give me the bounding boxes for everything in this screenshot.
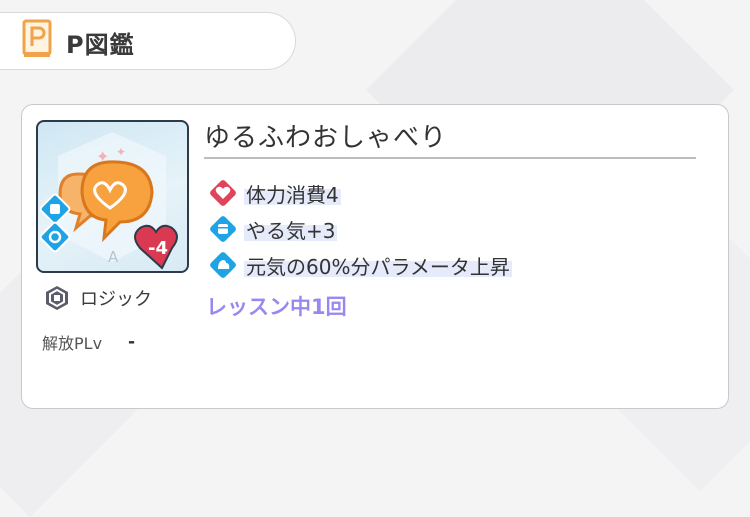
plan-type-label: ロジック	[80, 289, 152, 310]
unlock-level-value: -	[128, 332, 136, 352]
fist-diamond-icon	[210, 216, 236, 242]
unlock-level: 解放PLv -	[42, 330, 135, 354]
stamina-cost-badge: -4	[134, 224, 178, 270]
effect-text: 体力消費4	[244, 178, 341, 208]
header-bar: P図鑑	[0, 12, 296, 70]
effect-row: 体力消費4	[208, 175, 512, 211]
heart-diamond-icon	[210, 180, 236, 206]
book-p-icon	[22, 19, 52, 57]
effect-text: 元気の60%分パラメータ上昇	[244, 250, 512, 280]
card-title: ゆるふわおしゃべり	[204, 123, 448, 153]
cost-badge-text: -4	[148, 238, 168, 259]
card-image[interactable]: ✦ ✦ A -4	[36, 120, 189, 273]
grade-letter: A	[108, 248, 119, 266]
title-divider	[204, 157, 696, 159]
effect-row: 元気の60%分パラメータ上昇	[208, 247, 512, 283]
effect-text: やる気+3	[244, 214, 338, 244]
effect-row: やる気+3	[208, 211, 512, 247]
lesson-limit: レッスン中1回	[206, 295, 347, 319]
unlock-level-label: 解放PLv	[42, 334, 103, 353]
plan-type: ロジック	[44, 285, 152, 311]
svg-text:✦: ✦	[116, 145, 126, 159]
logic-icon	[46, 286, 68, 310]
flex-arm-diamond-icon	[210, 252, 236, 278]
effects-list: 体力消費4 やる気+3 元気の60%分パラメータ上昇	[208, 175, 512, 283]
page-title: P図鑑	[66, 31, 135, 59]
card-detail-panel: ✦ ✦ A -4 ロジック 解放PLv - ゆるふわおしゃべり 体力消費4 やる…	[21, 104, 729, 409]
